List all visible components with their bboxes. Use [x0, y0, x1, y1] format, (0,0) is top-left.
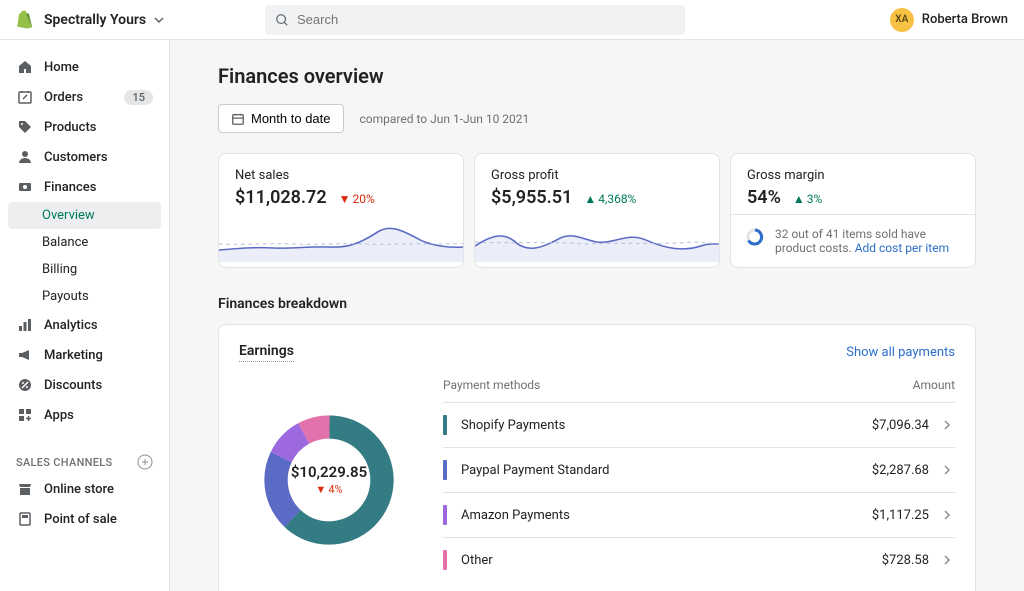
- chevron-down-icon[interactable]: [154, 15, 164, 25]
- orders-badge: 15: [124, 90, 153, 105]
- method-color-bar: [443, 550, 447, 570]
- search-bar[interactable]: [265, 5, 685, 35]
- tag-icon: [16, 118, 34, 136]
- orders-icon: [16, 88, 34, 106]
- nav-overview[interactable]: Overview: [8, 202, 161, 229]
- method-name: Amazon Payments: [461, 508, 872, 523]
- earnings-card: Earnings Show all payments $10,229.85: [218, 324, 976, 591]
- donut-total: $10,229.85: [291, 463, 367, 481]
- col-amount: Amount: [913, 378, 955, 392]
- card-value: $11,028.72: [235, 187, 327, 208]
- chevron-right-icon: [939, 462, 955, 478]
- gross-margin-card[interactable]: Gross margin 54% ▲ 3% 32 out of 41 items…: [730, 153, 976, 268]
- card-value: 54%: [747, 187, 781, 208]
- nav-payouts[interactable]: Payouts: [0, 283, 169, 310]
- nav-marketing[interactable]: Marketing: [0, 340, 169, 370]
- add-cost-link[interactable]: Add cost per item: [855, 241, 949, 255]
- date-range-button[interactable]: Month to date: [218, 104, 344, 133]
- nav-finances[interactable]: Finances: [0, 172, 169, 202]
- donut-delta: ▼ 4%: [315, 483, 342, 496]
- delta-up: ▲ 4,368%: [584, 192, 636, 206]
- card-label: Gross profit: [491, 168, 703, 183]
- method-amount: $2,287.68: [872, 463, 929, 478]
- delta-down: ▼ 20%: [339, 192, 375, 206]
- user-name: Roberta Brown: [922, 12, 1008, 27]
- method-name: Other: [461, 553, 882, 568]
- payment-method-row[interactable]: Other$728.58: [443, 537, 955, 582]
- nav-pos[interactable]: Point of sale: [0, 504, 169, 534]
- add-channel-icon[interactable]: [137, 454, 153, 470]
- store-icon: [16, 480, 34, 498]
- search-icon: [275, 13, 289, 27]
- payment-method-row[interactable]: Amazon Payments$1,117.25: [443, 492, 955, 537]
- method-color-bar: [443, 505, 447, 525]
- shopify-logo: [16, 10, 36, 30]
- delta-up: ▲ 3%: [793, 192, 822, 206]
- nav-products[interactable]: Products: [0, 112, 169, 142]
- nav-analytics[interactable]: Analytics: [0, 310, 169, 340]
- method-color-bar: [443, 415, 447, 435]
- pos-icon: [16, 510, 34, 528]
- sparkline: [475, 214, 719, 262]
- megaphone-icon: [16, 346, 34, 364]
- nav-customers[interactable]: Customers: [0, 142, 169, 172]
- chevron-right-icon: [939, 552, 955, 568]
- apps-icon: [16, 406, 34, 424]
- person-icon: [16, 148, 34, 166]
- sparkline: [219, 214, 463, 262]
- method-amount: $1,117.25: [872, 508, 929, 523]
- card-value: $5,955.51: [491, 187, 572, 208]
- sidebar: Home Orders15 Products Customers Finance…: [0, 40, 170, 591]
- breakdown-title: Finances breakdown: [218, 296, 976, 312]
- chevron-right-icon: [939, 417, 955, 433]
- finances-icon: [16, 178, 34, 196]
- payment-method-row[interactable]: Shopify Payments$7,096.34: [443, 402, 955, 447]
- earnings-title: Earnings: [239, 343, 294, 362]
- avatar: XA: [890, 8, 914, 32]
- home-icon: [16, 58, 34, 76]
- show-all-payments-link[interactable]: Show all payments: [846, 345, 955, 360]
- main-content: Finances overview Month to date compared…: [170, 40, 1024, 591]
- gross-profit-card[interactable]: Gross profit $5,955.51 ▲ 4,368%: [474, 153, 720, 268]
- net-sales-card[interactable]: Net sales $11,028.72 ▼ 20%: [218, 153, 464, 268]
- calendar-icon: [231, 112, 245, 126]
- discount-icon: [16, 376, 34, 394]
- compared-text: compared to Jun 1-Jun 10 2021: [360, 112, 530, 126]
- method-name: Shopify Payments: [461, 418, 872, 433]
- nav-orders[interactable]: Orders15: [0, 82, 169, 112]
- progress-donut-icon: [745, 227, 765, 247]
- method-color-bar: [443, 460, 447, 480]
- method-amount: $728.58: [882, 553, 929, 568]
- nav-apps[interactable]: Apps: [0, 400, 169, 430]
- info-row: 32 out of 41 items sold have product cos…: [731, 214, 975, 267]
- col-methods: Payment methods: [443, 378, 540, 392]
- payment-method-row[interactable]: Paypal Payment Standard$2,287.68: [443, 447, 955, 492]
- method-name: Paypal Payment Standard: [461, 463, 872, 478]
- store-name[interactable]: Spectrally Yours: [44, 12, 146, 28]
- sales-channels-header: SALES CHANNELS: [0, 446, 169, 474]
- nav-balance[interactable]: Balance: [0, 229, 169, 256]
- method-amount: $7,096.34: [872, 418, 929, 433]
- nav-discounts[interactable]: Discounts: [0, 370, 169, 400]
- nav-online-store[interactable]: Online store: [0, 474, 169, 504]
- search-input[interactable]: [297, 12, 675, 27]
- card-label: Gross margin: [747, 168, 959, 183]
- user-menu[interactable]: XA Roberta Brown: [890, 8, 1008, 32]
- card-label: Net sales: [235, 168, 447, 183]
- earnings-donut: $10,229.85 ▼ 4%: [239, 378, 419, 582]
- nav-billing[interactable]: Billing: [0, 256, 169, 283]
- chevron-right-icon: [939, 507, 955, 523]
- topbar: Spectrally Yours XA Roberta Brown: [0, 0, 1024, 40]
- nav-home[interactable]: Home: [0, 52, 169, 82]
- page-title: Finances overview: [218, 64, 976, 88]
- analytics-icon: [16, 316, 34, 334]
